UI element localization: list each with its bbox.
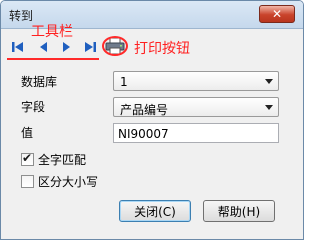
print-button-highlight [102,36,128,56]
checkbox-box[interactable] [21,174,34,188]
goto-dialog: 转到 ✕ 工具栏 打印按钮 数据库 1 字段 产品编号 值 NI90007 ✔ … [0,0,304,240]
dialog-title: 转到 [9,9,34,23]
field-value: 产品编号 [120,103,169,117]
help-button[interactable]: 帮助(H) [203,200,275,222]
close-button[interactable]: 关闭(C) [119,200,191,222]
checkbox-box[interactable]: ✔ [21,150,34,166]
chevron-down-icon [265,105,273,110]
first-icon[interactable] [11,40,25,54]
database-select[interactable]: 1 [113,71,279,91]
field-label: 字段 [21,100,46,114]
print-annotation: 打印按钮 [134,41,190,57]
database-value: 1 [120,75,128,89]
window-close-button[interactable]: ✕ [259,5,295,23]
value-input[interactable]: NI90007 [113,123,279,143]
whole-match-label: 全字匹配 [38,152,87,167]
previous-icon[interactable] [37,40,51,54]
chevron-down-icon [265,79,273,84]
field-select[interactable]: 产品编号 [113,97,279,117]
last-icon[interactable] [83,40,97,54]
case-sensitive-checkbox[interactable]: 区分大小写 [21,173,98,189]
database-label: 数据库 [21,75,58,89]
whole-match-checkbox[interactable]: ✔ 全字匹配 [21,151,86,167]
case-sensitive-label: 区分大小写 [38,174,99,189]
value-label: 值 [21,126,34,140]
checkmark-icon: ✔ [22,150,33,165]
toolbar-underline [7,58,99,60]
next-icon[interactable] [59,40,73,54]
toolbar-annotation: 工具栏 [31,24,73,40]
